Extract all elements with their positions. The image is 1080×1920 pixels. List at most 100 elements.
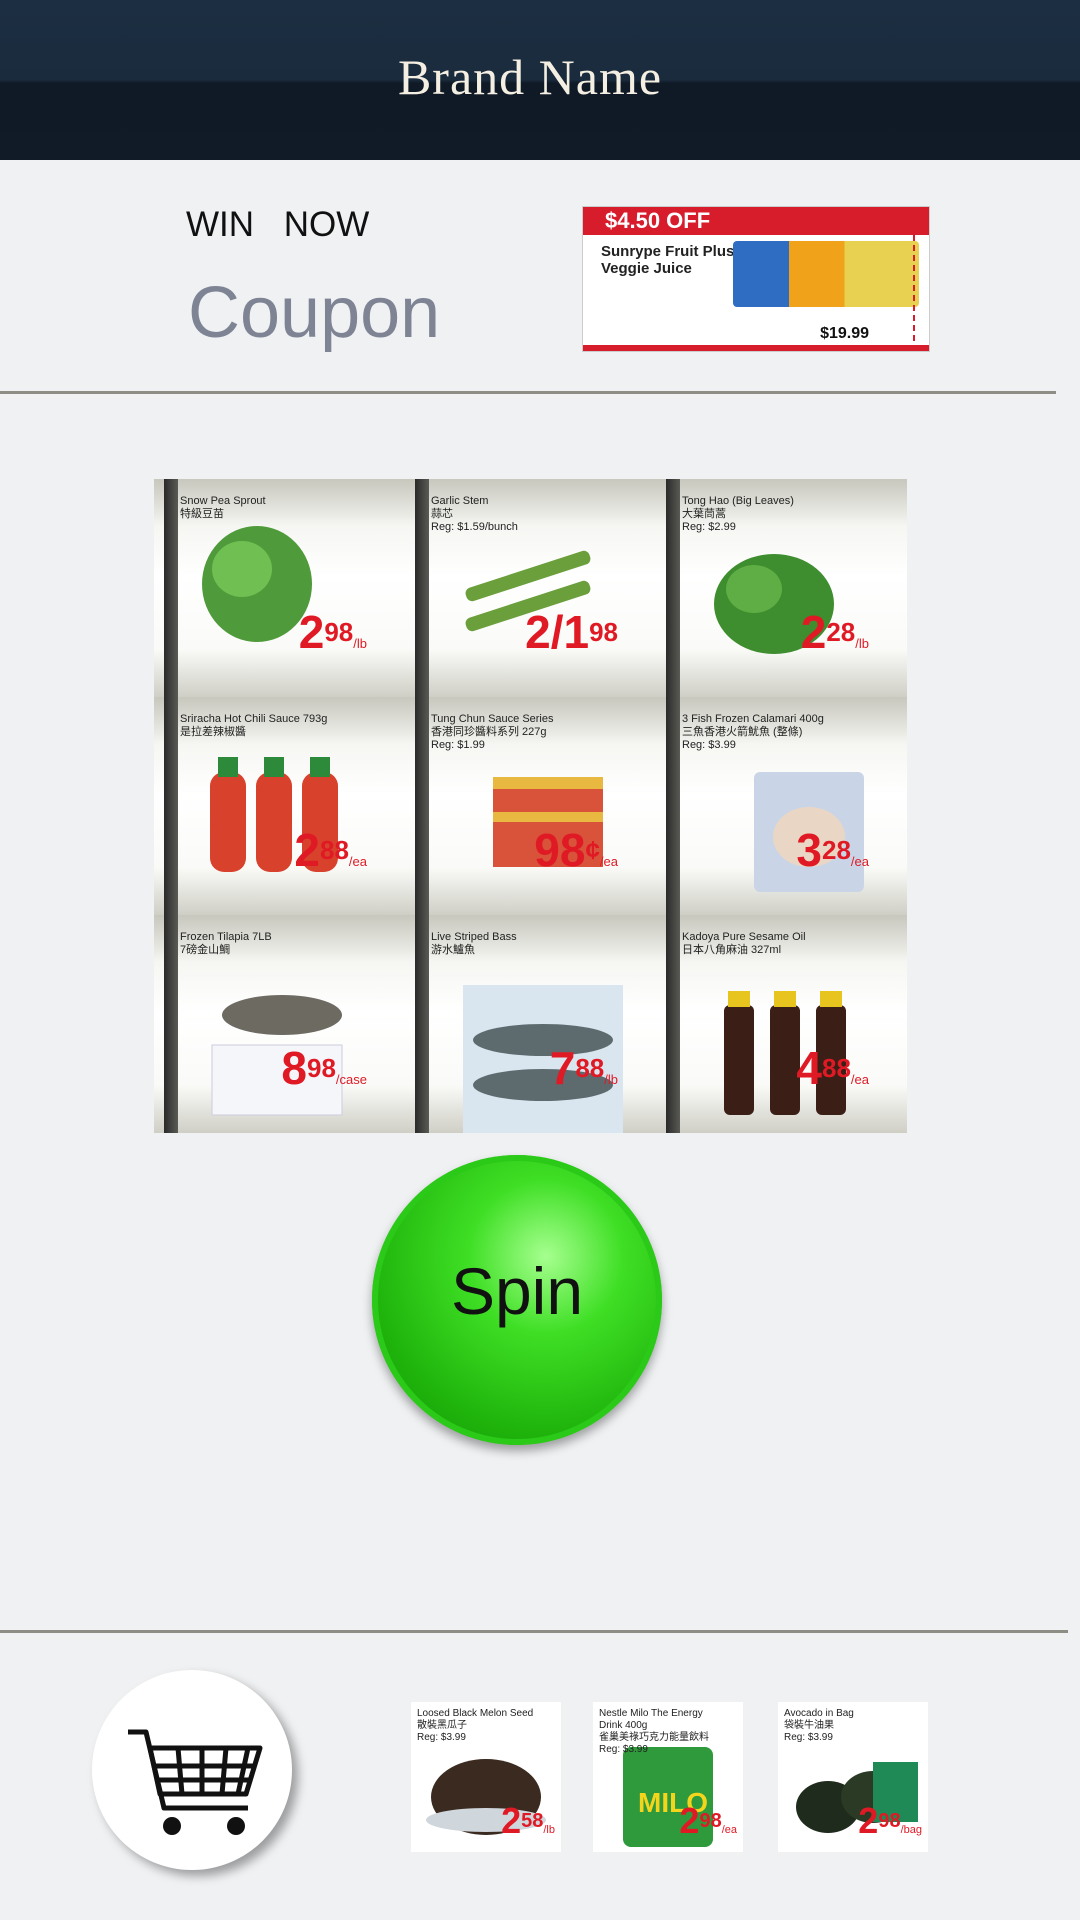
price-cents: 98 bbox=[589, 617, 618, 647]
reel-divider bbox=[666, 697, 680, 915]
shopping-cart-icon bbox=[128, 1729, 263, 1835]
tilapia-image bbox=[182, 935, 392, 1133]
price-main: 2 bbox=[858, 1800, 879, 1841]
price-unit: /ea bbox=[850, 1072, 869, 1087]
cart-button[interactable] bbox=[92, 1670, 292, 1870]
price-cents: 98 bbox=[878, 1810, 901, 1832]
slot-cell: 3 Fish Frozen Calamari 400g 三魚香港火箭魷魚 (整條… bbox=[656, 697, 907, 915]
price-cents: 88 bbox=[822, 1053, 851, 1083]
price-unit: /lb bbox=[855, 636, 869, 651]
price-main: 2 bbox=[501, 1800, 522, 1841]
coupon-offer: $4.50 OFF bbox=[583, 207, 929, 235]
product-price: 298/lb bbox=[299, 609, 367, 667]
slot-cell: Tung Chun Sauce Series 香港同珍醬料系列 227g Reg… bbox=[405, 697, 656, 915]
price-cents: ¢ bbox=[585, 835, 600, 865]
product-name: Live Striped Bass 游水鱸魚 bbox=[431, 931, 517, 956]
coupon-price: $19.99 bbox=[820, 325, 869, 342]
sesame-oil-image bbox=[684, 935, 894, 1133]
sriracha-image bbox=[182, 717, 392, 915]
slot-cell: Kadoya Pure Sesame Oil 日本八角麻油 327ml 488/e… bbox=[656, 915, 907, 1133]
price-main: 4 bbox=[796, 1042, 822, 1094]
spin-button-label: Spin bbox=[450, 1254, 584, 1328]
product-price: 898/case bbox=[281, 1045, 367, 1103]
price-cents: 98 bbox=[324, 617, 354, 647]
spin-button[interactable]: Spin bbox=[372, 1155, 662, 1445]
product-price: 488/ea bbox=[796, 1045, 869, 1103]
header-bar: Brand Name bbox=[0, 0, 1080, 160]
product-name: Garlic Stem 蒜芯 Reg: $1.59/bunch bbox=[431, 495, 518, 533]
reel-divider bbox=[164, 479, 178, 697]
price-cents: 58 bbox=[521, 1810, 544, 1832]
slot-cell: Live Striped Bass 游水鱸魚 788/lb bbox=[405, 915, 656, 1133]
bottom-product-card[interactable]: MILO Nestle Milo The Energy Drink 400g 雀巢… bbox=[593, 1702, 743, 1852]
slot-machine-grid: Snow Pea Sprout 特級豆苗 298/lb Garlic Stem 蒜芯… bbox=[154, 479, 907, 1133]
price-main: 2 bbox=[294, 824, 320, 876]
product-name: Tung Chun Sauce Series 香港同珍醬料系列 227g Reg… bbox=[431, 713, 554, 751]
price-main: 3 bbox=[796, 824, 822, 876]
coupon-product-image bbox=[733, 241, 919, 307]
product-price: 298/bag bbox=[858, 1803, 922, 1848]
price-cents: 88 bbox=[320, 835, 349, 865]
product-price: 228/lb bbox=[801, 609, 869, 667]
price-unit: /lb bbox=[543, 1824, 555, 1836]
reel-divider bbox=[415, 697, 429, 915]
price-main: 98 bbox=[534, 824, 586, 876]
win-now-label: WIN NOW bbox=[186, 205, 370, 244]
product-name: 3 Fish Frozen Calamari 400g 三魚香港火箭魷魚 (整條… bbox=[682, 713, 824, 751]
price-unit: /lb bbox=[604, 1072, 618, 1087]
slot-cell: Sriracha Hot Chili Sauce 793g 是拉差辣椒醬 288/… bbox=[154, 697, 405, 915]
product-price: 288/ea bbox=[294, 827, 367, 885]
coupon-product: Sunrype Fruit Plus Veggie Juice bbox=[601, 243, 735, 277]
divider-top bbox=[0, 391, 1056, 394]
product-price: 2/198 bbox=[525, 609, 618, 667]
price-unit: /bag bbox=[900, 1824, 922, 1836]
price-unit: /ea bbox=[348, 854, 367, 869]
reel-divider bbox=[666, 915, 680, 1133]
product-name: Frozen Tilapia 7LB 7磅金山鯛 bbox=[180, 931, 272, 956]
price-cents: 28 bbox=[822, 835, 851, 865]
coupon-cut-line bbox=[913, 235, 915, 351]
price-main: 2 bbox=[298, 606, 325, 658]
slot-cell: Frozen Tilapia 7LB 7磅金山鯛 898/case bbox=[154, 915, 405, 1133]
price-main: 2 bbox=[800, 606, 827, 658]
price-cents: 28 bbox=[826, 617, 856, 647]
price-cents: 98 bbox=[699, 1810, 722, 1832]
price-unit: /ea bbox=[721, 1824, 737, 1836]
product-price: 328/ea bbox=[796, 827, 869, 885]
price-main: 8 bbox=[281, 1042, 307, 1094]
snow-pea-sprout-image bbox=[182, 499, 392, 697]
product-price: 258/lb bbox=[501, 1803, 555, 1848]
product-name: Avocado in Bag 袋裝牛油果 Reg: $3.99 bbox=[784, 1708, 854, 1743]
slot-cell: Garlic Stem 蒜芯 Reg: $1.59/bunch 2/198 bbox=[405, 479, 656, 697]
bottom-product-card[interactable]: Loosed Black Melon Seed 散裝黑瓜子 Reg: $3.99… bbox=[411, 1702, 561, 1852]
reel-divider bbox=[666, 479, 680, 697]
product-name: Nestle Milo The Energy Drink 400g 雀巢美祿巧克… bbox=[599, 1708, 709, 1755]
price-unit: /ea bbox=[850, 854, 869, 869]
product-price: 788/lb bbox=[550, 1045, 618, 1103]
bottom-product-card[interactable]: Avocado in Bag 袋裝牛油果 Reg: $3.99 298/bag bbox=[778, 1702, 928, 1852]
product-name: Snow Pea Sprout 特級豆苗 bbox=[180, 495, 266, 520]
product-name: Sriracha Hot Chili Sauce 793g 是拉差辣椒醬 bbox=[180, 713, 328, 738]
brand-name: Brand Name bbox=[397, 49, 663, 105]
reel-divider bbox=[164, 915, 178, 1133]
price-cents: 88 bbox=[575, 1053, 605, 1083]
price-main: 7 bbox=[549, 1042, 576, 1094]
product-name: Loosed Black Melon Seed 散裝黑瓜子 Reg: $3.99 bbox=[417, 1708, 534, 1743]
product-name: Kadoya Pure Sesame Oil 日本八角麻油 327ml bbox=[682, 931, 806, 956]
slot-cell: Snow Pea Sprout 特級豆苗 298/lb bbox=[154, 479, 405, 697]
price-unit: /ea bbox=[599, 854, 618, 869]
reel-divider bbox=[415, 915, 429, 1133]
price-cents: 98 bbox=[307, 1053, 336, 1083]
price-main: 2/1 bbox=[525, 606, 590, 658]
price-unit: /case bbox=[335, 1072, 367, 1087]
reel-divider bbox=[164, 697, 178, 915]
divider-bottom bbox=[0, 1630, 1068, 1633]
coupon-card[interactable]: $4.50 OFF Sunrype Fruit Plus Veggie Juic… bbox=[582, 206, 930, 352]
striped-bass-image bbox=[433, 935, 643, 1133]
product-name: Tong Hao (Big Leaves) 大葉茼蒿 Reg: $2.99 bbox=[682, 495, 794, 533]
coupon-label: Coupon bbox=[188, 273, 441, 353]
product-price: 298/ea bbox=[679, 1803, 737, 1848]
product-price: 98¢/ea bbox=[534, 827, 618, 885]
coupon-bottom-stripe bbox=[583, 345, 929, 351]
slot-cell: Tong Hao (Big Leaves) 大葉茼蒿 Reg: $2.99 228… bbox=[656, 479, 907, 697]
